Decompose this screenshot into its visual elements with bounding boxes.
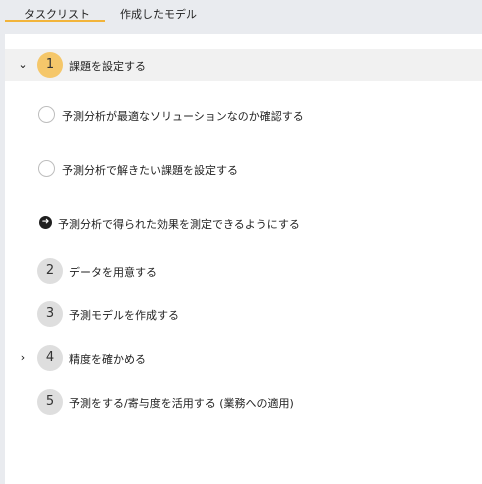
empty-circle-icon[interactable] xyxy=(38,106,55,123)
step-5-row[interactable]: 5 予測をする/寄与度を活用する (業務への適用) xyxy=(5,388,482,416)
chevron-right-icon[interactable]: › xyxy=(17,351,29,364)
step-5-number: 5 xyxy=(37,389,63,415)
step-4-number: 4 xyxy=(37,345,63,371)
task-list-panel: ⌄ 1 課題を設定する 予測分析が最適なソリューションなのか確認する 予測分析で… xyxy=(5,34,482,484)
step-4-row[interactable]: › 4 精度を確かめる xyxy=(5,344,482,372)
step-1-header[interactable]: ⌄ 1 課題を設定する xyxy=(5,49,482,81)
step-5-label: 予測をする/寄与度を活用する (業務への適用) xyxy=(69,397,294,410)
step-2-label: データを用意する xyxy=(69,266,157,279)
step-1-number: 1 xyxy=(37,52,63,78)
step-4-label: 精度を確かめる xyxy=(69,353,146,366)
tab-created-models[interactable]: 作成したモデル xyxy=(120,6,197,22)
step-3-row[interactable]: 3 予測モデルを作成する xyxy=(5,300,482,328)
subtask-1-label[interactable]: 予測分析が最適なソリューションなのか確認する xyxy=(62,108,304,124)
active-tab-indicator xyxy=(5,20,105,22)
step-3-label: 予測モデルを作成する xyxy=(69,309,179,322)
step-2-number: 2 xyxy=(37,258,63,284)
step-1-label: 課題を設定する xyxy=(69,60,146,73)
chevron-down-icon[interactable]: ⌄ xyxy=(17,58,29,71)
subtask-1[interactable]: 予測分析が最適なソリューションなのか確認する xyxy=(5,104,482,126)
step-3-number: 3 xyxy=(37,301,63,327)
subtask-3-label[interactable]: 予測分析で得られた効果を測定できるようにする xyxy=(58,216,300,232)
subtask-2[interactable]: 予測分析で解きたい課題を設定する xyxy=(5,158,482,180)
empty-circle-icon[interactable] xyxy=(38,160,55,177)
arrow-right-circle-icon[interactable]: ➜ xyxy=(39,216,52,229)
tab-bar: タスクリスト 作成したモデル xyxy=(0,0,482,24)
subtask-2-label[interactable]: 予測分析で解きたい課題を設定する xyxy=(62,162,238,178)
subtask-3[interactable]: ➜ 予測分析で得られた効果を測定できるようにする xyxy=(5,212,482,234)
step-2-row[interactable]: 2 データを用意する xyxy=(5,257,482,285)
